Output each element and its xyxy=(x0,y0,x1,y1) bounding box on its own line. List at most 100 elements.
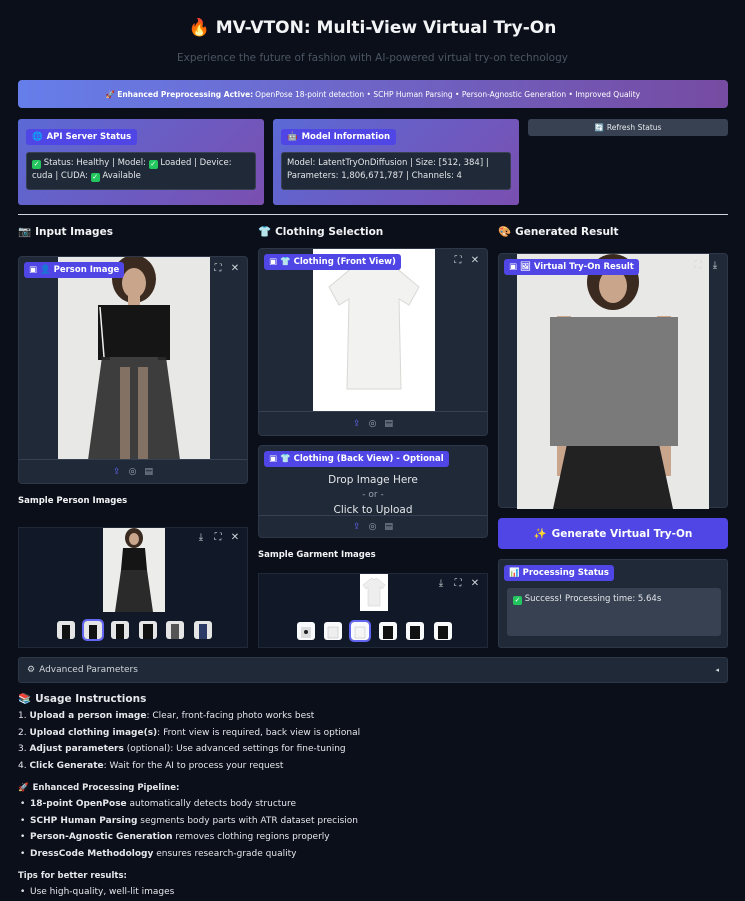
person-image-panel[interactable]: ▣ 👤 Person Image ⛶ ✕ ⇪ ◎ ▤ xyxy=(18,256,248,484)
generate-button[interactable]: ✨ Generate Virtual Try-On xyxy=(498,518,728,549)
pipeline-item: DressCode Methodology ensures research-g… xyxy=(18,849,728,866)
sample-garment-thumb[interactable] xyxy=(349,620,371,642)
webcam-icon[interactable]: ◎ xyxy=(369,419,377,429)
fullscreen-icon[interactable]: ⛶ xyxy=(212,263,224,275)
fullscreen-icon[interactable]: ⛶ xyxy=(212,532,224,544)
instruction-step: 2. Upload clothing image(s): Front view … xyxy=(18,727,361,738)
shirt-icon: 👕 xyxy=(258,226,272,238)
close-icon[interactable]: ✕ xyxy=(229,532,241,544)
processing-status-label: 📊 Processing Status xyxy=(504,565,614,581)
refresh-icon: 🔄 xyxy=(594,123,604,132)
clothing-selection-title: 👕 Clothing Selection xyxy=(258,225,384,239)
result-image-panel[interactable]: ▣ 🖼 Virtual Try-On Result ⛶ ⤓ xyxy=(498,253,728,509)
refresh-status-button[interactable]: 🔄 Refresh Status xyxy=(528,119,728,136)
chart-icon: 📊 xyxy=(509,568,520,578)
banner-text: OpenPose 18-point detection • SCHP Human… xyxy=(255,89,641,99)
clothing-front-panel[interactable]: ▣ 👕 Clothing (Front View) ⛶ ✕ ⇪ ◎ ▤ xyxy=(258,248,488,436)
check-icon: ✓ xyxy=(90,173,100,182)
divider xyxy=(18,214,728,215)
sample-person-gallery[interactable]: ⤓ ⛶ ✕ xyxy=(18,527,248,648)
tips-title: Tips for better results: xyxy=(18,871,127,881)
api-status-text: ✓ Status: Healthy | Model: ✓ Loaded | De… xyxy=(26,152,256,190)
result-image-label: ▣ 🖼 Virtual Try-On Result xyxy=(504,259,639,275)
sample-garment-thumb[interactable] xyxy=(406,622,424,640)
pipeline-item: SCHP Human Parsing segments body parts w… xyxy=(18,816,728,833)
sample-person-thumb[interactable] xyxy=(82,619,104,641)
close-icon[interactable]: ✕ xyxy=(229,263,241,275)
clothing-back-panel[interactable]: ▣ 👕 Clothing (Back View) - Optional Drop… xyxy=(258,445,488,538)
caret-icon: ◂ xyxy=(715,666,719,674)
processing-status-panel: 📊 Processing Status ✓ Success! Processin… xyxy=(498,559,728,648)
tip-item: Use high-quality, well-lit images xyxy=(18,887,728,901)
input-images-title: 📷 Input Images xyxy=(18,225,113,239)
processing-status-text: ✓ Success! Processing time: 5.64s xyxy=(507,588,721,636)
upload-icon[interactable]: ⇪ xyxy=(113,467,121,477)
image-icon: ▣ xyxy=(509,262,518,272)
sample-garment-gallery[interactable]: ⤓ ⛶ ✕ xyxy=(258,573,488,648)
instruction-step: 4. Click Generate: Wait for the AI to pr… xyxy=(18,760,284,771)
download-icon[interactable]: ⤓ xyxy=(435,578,447,590)
person-photo xyxy=(58,257,210,460)
sample-garment-thumb[interactable] xyxy=(379,622,397,640)
pipeline-title: 🚀 Enhanced Processing Pipeline: xyxy=(18,783,180,793)
check-icon: ✓ xyxy=(148,160,158,169)
instruction-step: 1. Upload a person image: Clear, front-f… xyxy=(18,711,315,721)
sample-garment-thumb[interactable] xyxy=(324,622,342,640)
clothing-front-label: ▣ 👕 Clothing (Front View) xyxy=(264,254,401,270)
books-icon: 📚 xyxy=(18,693,32,705)
sample-person-thumb[interactable] xyxy=(194,621,212,639)
image-icon: ▣ xyxy=(29,265,38,275)
clipboard-icon[interactable]: ▤ xyxy=(384,419,393,429)
model-info-text: Model: LatentTryOnDiffusion | Size: [512… xyxy=(281,152,511,190)
fullscreen-icon[interactable]: ⛶ xyxy=(692,260,704,272)
robot-icon: 🤖 xyxy=(287,132,298,142)
person-icon: 👤 xyxy=(40,265,51,275)
generated-result-title: 🎨 Generated Result xyxy=(498,225,619,239)
clipboard-icon[interactable]: ▤ xyxy=(144,467,153,477)
sample-person-title: Sample Person Images xyxy=(18,496,128,506)
palette-icon: 🎨 xyxy=(498,226,512,238)
sample-garment-thumb[interactable] xyxy=(434,622,452,640)
fullscreen-icon[interactable]: ⛶ xyxy=(452,255,464,267)
globe-icon: 🌐 xyxy=(32,132,43,142)
webcam-icon[interactable]: ◎ xyxy=(129,467,137,477)
shirt-icon: 👕 xyxy=(280,257,291,267)
upload-icon[interactable]: ⇪ xyxy=(353,522,361,532)
sample-person-thumb[interactable] xyxy=(57,621,75,639)
image-icon: ▣ xyxy=(269,454,278,464)
sample-person-thumb[interactable] xyxy=(139,621,157,639)
instruction-step: 3. Adjust parameters (optional): Use adv… xyxy=(18,744,346,754)
check-icon: ✓ xyxy=(513,596,522,605)
or-text: - or - xyxy=(362,490,384,500)
sample-person-thumb[interactable] xyxy=(166,621,184,639)
gear-icon: ⚙ xyxy=(27,665,36,675)
drop-image-text: Drop Image Here xyxy=(328,474,418,486)
fullscreen-icon[interactable]: ⛶ xyxy=(452,578,464,590)
picture-icon: 🖼 xyxy=(520,262,531,272)
close-icon[interactable]: ✕ xyxy=(469,255,481,267)
api-status-label: 🌐 API Server Status xyxy=(26,129,138,145)
image-icon: ▣ xyxy=(269,257,278,267)
advanced-parameters-accordion[interactable]: ⚙ Advanced Parameters ◂ xyxy=(18,657,728,683)
instructions-title: 📚 Usage Instructions xyxy=(18,692,147,706)
upload-icon[interactable]: ⇪ xyxy=(353,419,361,429)
preprocessing-banner: 🚀 Enhanced Preprocessing Active: OpenPos… xyxy=(18,80,728,108)
fire-icon: 🔥 xyxy=(188,18,210,38)
api-status-card: 🌐 API Server Status ✓ Status: Healthy | … xyxy=(18,119,264,205)
clipboard-icon[interactable]: ▤ xyxy=(384,522,393,532)
pipeline-item: Person-Agnostic Generation removes cloth… xyxy=(18,832,728,849)
sparkles-icon: ✨ xyxy=(533,528,547,540)
result-photo xyxy=(517,254,709,509)
webcam-icon[interactable]: ◎ xyxy=(369,522,377,532)
close-icon[interactable]: ✕ xyxy=(469,578,481,590)
rocket-icon: 🚀 xyxy=(18,783,29,793)
page-title: 🔥 MV-VTON: Multi-View Virtual Try-On xyxy=(188,18,557,38)
sample-garment-thumb[interactable] xyxy=(297,622,315,640)
shirt-icon: 👕 xyxy=(280,454,291,464)
clothing-back-label: ▣ 👕 Clothing (Back View) - Optional xyxy=(264,451,449,467)
sample-person-preview xyxy=(103,528,165,612)
download-icon[interactable]: ⤓ xyxy=(709,260,721,272)
sample-person-thumb[interactable] xyxy=(111,621,129,639)
person-image-label: ▣ 👤 Person Image xyxy=(24,262,125,278)
download-icon[interactable]: ⤓ xyxy=(195,532,207,544)
